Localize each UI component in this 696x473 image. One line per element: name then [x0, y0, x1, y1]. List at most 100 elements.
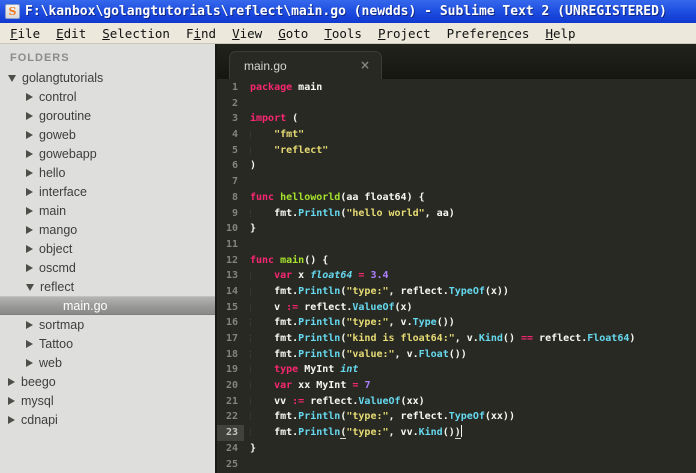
folder-sortmap[interactable]: sortmap [0, 315, 215, 334]
code-line-18[interactable]: 18 fmt.Println("value:", v.Float()) [217, 347, 696, 363]
disclosure-expanded-icon[interactable] [8, 75, 16, 82]
code-line-13[interactable]: 13 var x float64 = 3.4 [217, 268, 696, 284]
code-line-8[interactable]: 8 func helloworld(aa float64) { [217, 190, 696, 206]
line-number: 3 [231, 113, 238, 125]
folder-interface[interactable]: interface [0, 182, 215, 201]
menu-edit[interactable]: Edit [48, 25, 94, 42]
folder-web[interactable]: web [0, 353, 215, 372]
disclosure-collapsed-icon[interactable] [26, 206, 33, 215]
menu-file[interactable]: File [2, 25, 48, 42]
tree-item-label: web [39, 355, 62, 370]
code-line-20[interactable]: 20 var xx MyInt = 7 [217, 378, 696, 394]
code-line-5[interactable]: 5 "reflect" [217, 143, 696, 159]
menu-goto[interactable]: Goto [270, 25, 316, 42]
code-line-4[interactable]: 4 "fmt" [217, 127, 696, 143]
folder-mysql[interactable]: mysql [0, 391, 215, 410]
folder-main[interactable]: main [0, 201, 215, 220]
code-line-11[interactable]: 11 [217, 237, 696, 253]
line-number: 1 [231, 82, 238, 93]
close-tab-icon[interactable]: × [360, 58, 370, 72]
code-line-7[interactable]: 7 [217, 174, 696, 190]
folder-goweb[interactable]: goweb [0, 125, 215, 144]
code-line-17[interactable]: 17 fmt.Println("kind is float64:", v.Kin… [217, 331, 696, 347]
folder-tattoo[interactable]: Tattoo [0, 334, 215, 353]
tab-main-go[interactable]: main.go × [229, 51, 382, 79]
code-line-24[interactable]: 24} [217, 441, 696, 457]
code-text: fmt.Println("kind is float64:", v.Kind()… [250, 333, 636, 344]
file-main.go[interactable]: main.go [0, 296, 215, 315]
code-text: fmt.Println("hello world", aa) [250, 207, 455, 219]
code-line-12[interactable]: 12 func main() { [217, 253, 696, 269]
folder-hello[interactable]: hello [0, 163, 215, 182]
disclosure-collapsed-icon[interactable] [26, 149, 33, 158]
line-number: 23 [217, 425, 244, 441]
folder-golangtutorials[interactable]: golangtutorials [0, 68, 215, 87]
disclosure-collapsed-icon[interactable] [26, 339, 33, 348]
tree-item-label: main [39, 203, 67, 218]
code-text: fmt.Println("value:", v.Float()) [250, 348, 467, 360]
code-line-25[interactable]: 25 [217, 457, 696, 473]
disclosure-collapsed-icon[interactable] [26, 358, 33, 367]
code-line-14[interactable]: 14 fmt.Println("type:", reflect.TypeOf(x… [217, 284, 696, 300]
code-line-23[interactable]: 23 fmt.Println("type:", vv.Kind()) [217, 425, 696, 441]
menu-find[interactable]: Find [178, 25, 224, 42]
tree-item-label: goweb [39, 127, 76, 142]
code-text: var xx MyInt = 7 [250, 380, 370, 391]
indent-guide [250, 146, 251, 154]
disclosure-collapsed-icon[interactable] [26, 187, 33, 196]
tree-item-label: sortmap [39, 317, 85, 332]
folder-beego[interactable]: beego [0, 372, 215, 391]
code-line-10[interactable]: 10} [217, 221, 696, 237]
disclosure-collapsed-icon[interactable] [26, 168, 33, 177]
text-caret [460, 425, 462, 438]
indent-guide [250, 382, 251, 390]
disclosure-collapsed-icon[interactable] [26, 320, 33, 329]
folder-oscmd[interactable]: oscmd [0, 258, 215, 277]
folder-gowebapp[interactable]: gowebapp [0, 144, 215, 163]
tab-label: main.go [244, 58, 287, 73]
code-line-16[interactable]: 16 fmt.Println("type:", v.Type()) [217, 315, 696, 331]
disclosure-collapsed-icon[interactable] [26, 130, 33, 139]
folder-mango[interactable]: mango [0, 220, 215, 239]
menu-help[interactable]: Help [537, 25, 583, 42]
folder-reflect[interactable]: reflect [0, 277, 215, 296]
disclosure-collapsed-icon[interactable] [26, 244, 33, 253]
disclosure-collapsed-icon[interactable] [8, 415, 15, 424]
title-bar: S F:\kanbox\golangtutorials\reflect\main… [0, 0, 696, 23]
code-line-9[interactable]: 9 fmt.Println("hello world", aa) [217, 206, 696, 222]
tree-item-label: Tattoo [39, 336, 74, 351]
disclosure-expanded-icon[interactable] [26, 284, 34, 291]
code-line-1[interactable]: 1 package main [217, 80, 696, 96]
code-line-6[interactable]: 6) [217, 158, 696, 174]
code-line-19[interactable]: 19 type MyInt int [217, 362, 696, 378]
line-number: 22 [225, 411, 238, 423]
code-line-22[interactable]: 22 fmt.Println("type:", reflect.TypeOf(x… [217, 409, 696, 425]
disclosure-collapsed-icon[interactable] [26, 111, 33, 120]
line-number: 16 [225, 317, 238, 329]
line-number: 17 [225, 333, 238, 344]
code-text: fmt.Println("type:", reflect.TypeOf(x)) [250, 285, 509, 297]
folder-goroutine[interactable]: goroutine [0, 106, 215, 125]
code-line-15[interactable]: 15 v := reflect.ValueOf(x) [217, 300, 696, 316]
sublime-window-icon: S [5, 4, 20, 19]
disclosure-collapsed-icon[interactable] [26, 263, 33, 272]
code-text: } [250, 442, 257, 454]
menu-view[interactable]: View [224, 25, 270, 42]
code-line-21[interactable]: 21 vv := reflect.ValueOf(xx) [217, 394, 696, 410]
code-line-3[interactable]: 3 import ( [217, 111, 696, 127]
code-editor[interactable]: 1 package main 2 3 import (4 "fmt" 5 "reflect… [217, 79, 696, 473]
folder-object[interactable]: object [0, 239, 215, 258]
menu-project[interactable]: Project [370, 25, 439, 42]
disclosure-collapsed-icon[interactable] [26, 92, 33, 101]
code-line-2[interactable]: 2 [217, 96, 696, 112]
code-text: fmt.Println("type:", vv.Kind()) [250, 425, 462, 440]
folder-control[interactable]: control [0, 87, 215, 106]
disclosure-collapsed-icon[interactable] [26, 225, 33, 234]
disclosure-collapsed-icon[interactable] [8, 396, 15, 405]
folder-cdnapi[interactable]: cdnapi [0, 410, 215, 429]
disclosure-collapsed-icon[interactable] [8, 377, 15, 386]
folder-tree: golangtutorials control goroutine goweb gowe… [0, 68, 215, 429]
menu-tools[interactable]: Tools [316, 25, 370, 42]
menu-preferences[interactable]: Preferences [439, 25, 538, 42]
menu-selection[interactable]: Selection [94, 25, 178, 42]
